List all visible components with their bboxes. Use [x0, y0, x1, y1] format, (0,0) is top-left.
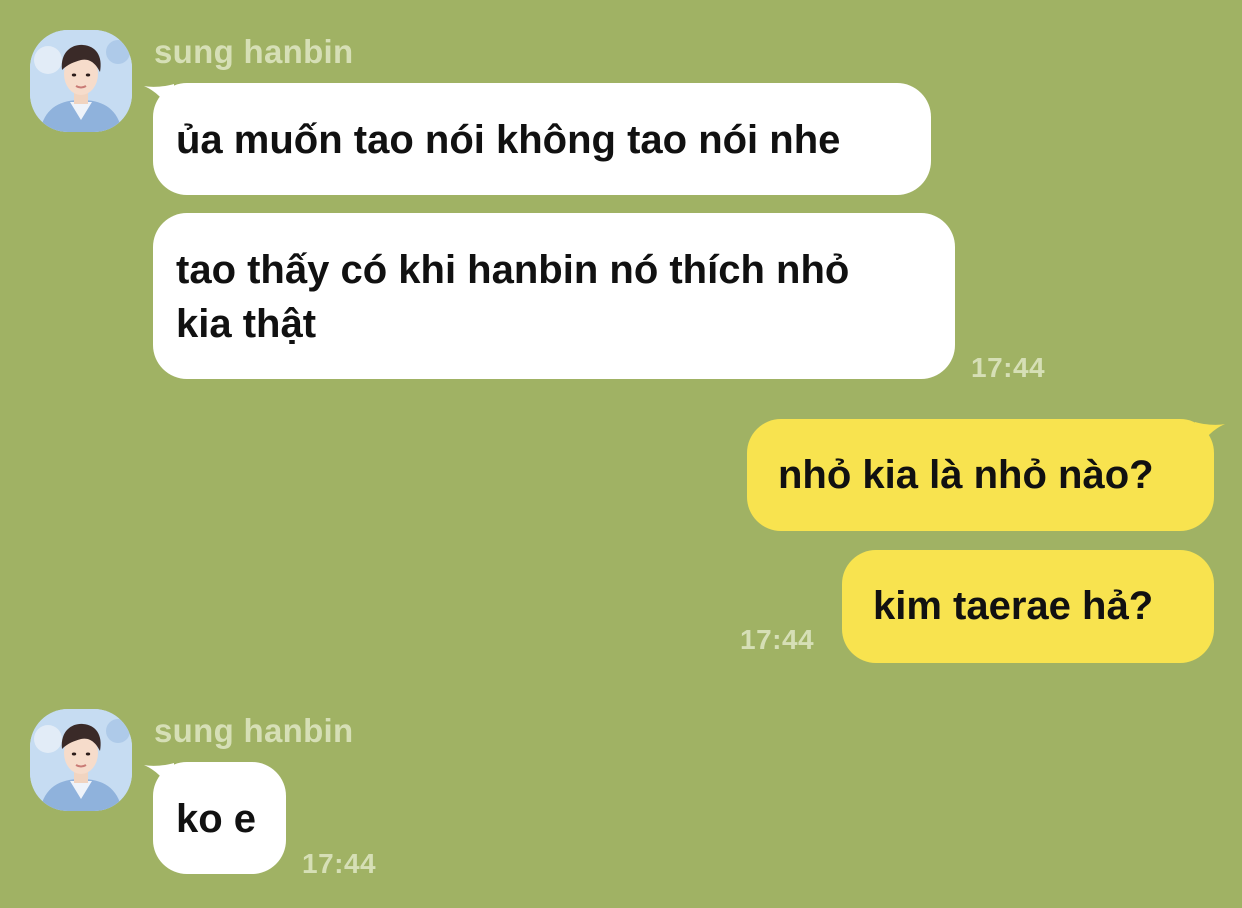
- message-text: nhỏ kia là nhỏ nào?: [778, 453, 1154, 497]
- sender-avatar[interactable]: [30, 709, 132, 811]
- message-text-line: tao thấy có khi hanbin nó thích nhỏ: [176, 248, 850, 292]
- message-text: ủa muốn tao nói không tao nói nhe: [176, 118, 841, 162]
- message-timestamp: 17:44: [740, 624, 815, 655]
- profile-photo-icon: [30, 30, 132, 132]
- message-bubble[interactable]: tao thấy có khi hanbin nó thích nhỏ kia …: [153, 213, 955, 379]
- message-text: ko e: [176, 797, 257, 841]
- message-timestamp: 17:44: [971, 352, 1046, 383]
- sender-name: sung hanbin: [154, 712, 354, 749]
- profile-photo-icon: [30, 709, 132, 811]
- message-bubble[interactable]: ko e: [153, 762, 286, 874]
- sender-name: sung hanbin: [154, 33, 354, 70]
- message-bubble[interactable]: nhỏ kia là nhỏ nào?: [747, 419, 1214, 531]
- message-timestamp: 17:44: [302, 848, 377, 879]
- sender-avatar[interactable]: [30, 30, 132, 132]
- message-bubble[interactable]: ủa muốn tao nói không tao nói nhe: [153, 83, 931, 195]
- message-bubble[interactable]: kim taerae hả?: [842, 550, 1214, 663]
- message-text: kim taerae hả?: [873, 584, 1154, 628]
- message-text-line: kia thật: [176, 302, 317, 346]
